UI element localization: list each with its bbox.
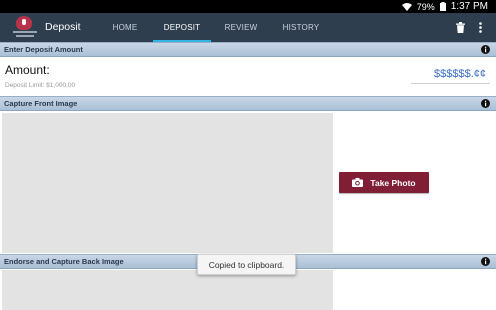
- overflow-menu-icon[interactable]: [479, 22, 482, 33]
- amount-label: Amount:: [5, 63, 50, 77]
- trash-icon[interactable]: [456, 22, 465, 33]
- front-image-preview[interactable]: [2, 113, 333, 253]
- battery-icon: [439, 2, 446, 11]
- tab-home[interactable]: HOME: [97, 13, 153, 42]
- camera-icon: [352, 178, 364, 187]
- section-title: Capture Front Image: [4, 99, 78, 108]
- back-image-preview[interactable]: [2, 270, 333, 310]
- bank-logo[interactable]: [13, 16, 37, 38]
- section-title: Enter Deposit Amount: [4, 45, 83, 54]
- info-icon[interactable]: [481, 99, 490, 108]
- app-title: Deposit: [45, 21, 81, 33]
- section-header-front-image: Capture Front Image: [0, 96, 496, 111]
- clock: 1:37 PM: [450, 1, 488, 12]
- info-icon[interactable]: [481, 45, 490, 54]
- deposit-limit-text: Deposit Limit: $1,000.00: [5, 82, 76, 89]
- info-icon[interactable]: [481, 257, 490, 266]
- tab-history[interactable]: HISTORY: [271, 13, 331, 42]
- tab-deposit[interactable]: DEPOSIT: [153, 13, 211, 42]
- take-photo-button[interactable]: Take Photo: [339, 172, 429, 193]
- toast-message: Copied to clipboard.: [197, 254, 296, 275]
- status-bar: 79% 1:37 PM: [0, 0, 496, 13]
- section-header-amount: Enter Deposit Amount: [0, 42, 496, 57]
- amount-input[interactable]: [411, 64, 490, 84]
- section-title: Endorse and Capture Back Image: [4, 257, 124, 266]
- tab-review[interactable]: REVIEW: [211, 13, 271, 42]
- tab-bar: HOME DEPOSIT REVIEW HISTORY: [97, 13, 331, 42]
- action-bar: Deposit HOME DEPOSIT REVIEW HISTORY: [0, 13, 496, 42]
- wifi-icon: [401, 2, 412, 11]
- take-photo-label: Take Photo: [370, 177, 416, 188]
- battery-percent: 79%: [416, 1, 435, 12]
